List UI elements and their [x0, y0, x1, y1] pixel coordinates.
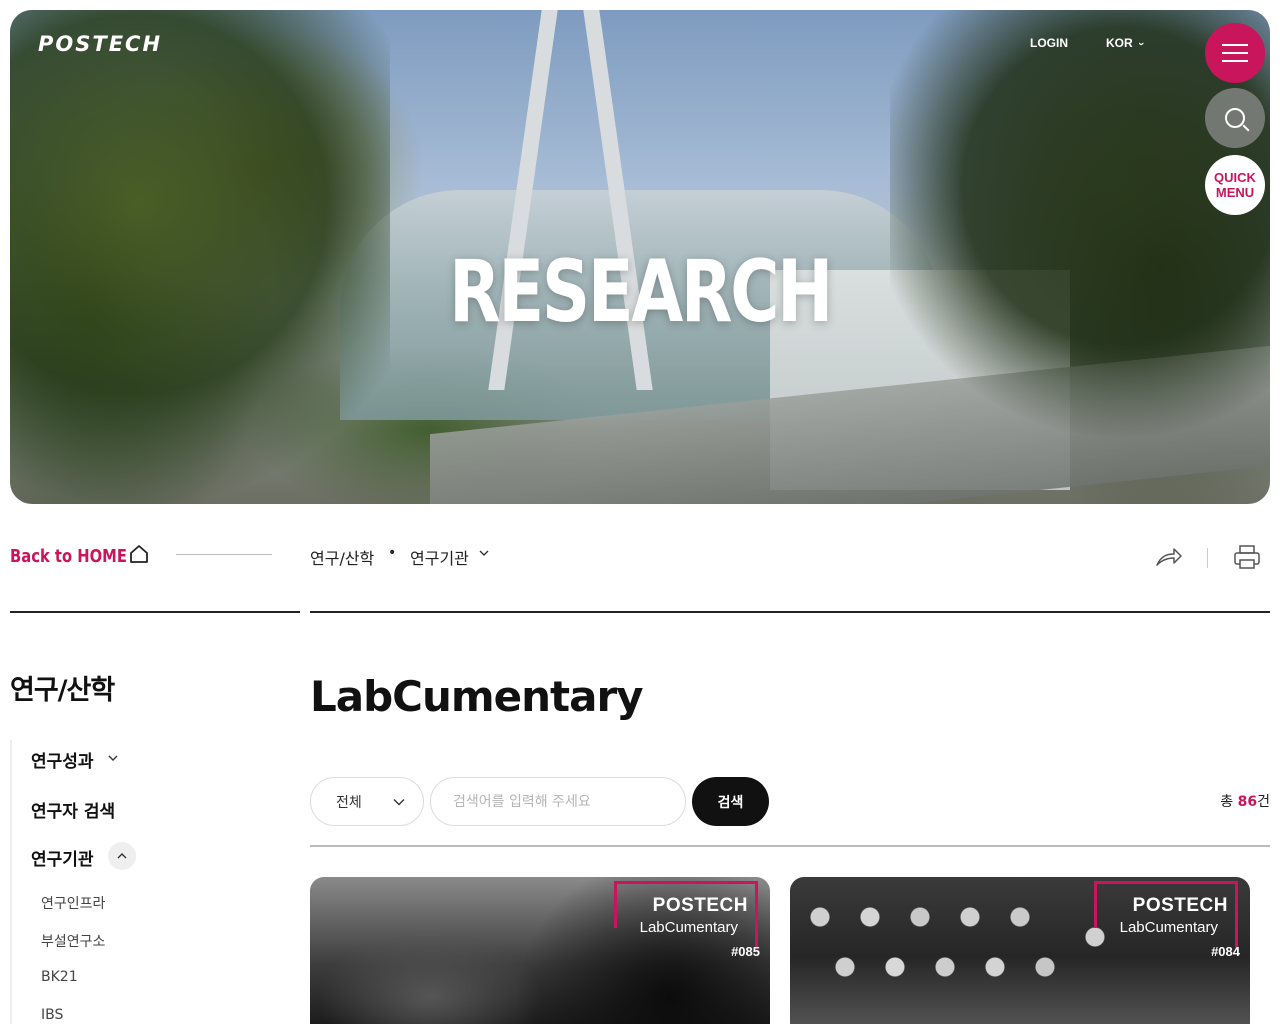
category-select[interactable]: 전체 — [310, 777, 424, 826]
card-brand: POSTECH — [652, 895, 748, 916]
sidebar-item-research-institutes[interactable]: 연구기관 — [31, 845, 94, 870]
sidebar-subitem-ibs[interactable]: IBS — [41, 1007, 63, 1023]
sidebar-item-research-results[interactable]: 연구성과 — [31, 747, 94, 772]
chevron-down-icon[interactable] — [107, 752, 119, 764]
sidebar-subitem-affiliated-institutes[interactable]: 부설연구소 — [41, 931, 105, 951]
postech-logo[interactable]: POSTECH — [38, 32, 162, 56]
chevron-down-icon[interactable] — [479, 548, 489, 558]
quick-menu-label-1: QUICK — [1214, 170, 1256, 185]
search-submit-button[interactable]: 검색 — [692, 777, 769, 826]
sidebar-border — [10, 740, 12, 1024]
card-brand: POSTECH — [1132, 895, 1228, 916]
hamburger-icon — [1222, 44, 1248, 62]
labcumentary-card[interactable]: POSTECH LabCumentary #084 — [790, 877, 1250, 1024]
card-series: LabCumentary — [1119, 919, 1218, 936]
print-icon[interactable] — [1233, 544, 1261, 570]
total-prefix: 총 — [1220, 794, 1238, 810]
quick-menu-label-2: MENU — [1215, 185, 1255, 200]
search-button[interactable] — [1205, 88, 1265, 148]
total-number: 86 — [1237, 794, 1258, 810]
chevron-down-icon — [393, 799, 405, 806]
quick-menu-button[interactable]: QUICK MENU — [1205, 155, 1265, 215]
divider — [176, 554, 272, 555]
category-select-value: 전체 — [336, 794, 362, 811]
breadcrumb-item[interactable]: 연구/산학 — [310, 545, 374, 569]
login-link[interactable]: LOGIN — [1030, 36, 1068, 50]
divider — [310, 845, 1270, 847]
sidebar-subitem-infrastructure[interactable]: 연구인프라 — [41, 893, 105, 913]
breadcrumb-item-current[interactable]: 연구기관 — [410, 545, 469, 569]
sidebar-title: 연구/산학 — [10, 675, 115, 706]
search-icon — [1225, 108, 1245, 128]
hero-trees-right — [890, 10, 1270, 450]
card-series: LabCumentary — [639, 919, 738, 936]
card-episode-number: #085 — [731, 944, 760, 959]
sidebar-item-researcher-search[interactable]: 연구자 검색 — [31, 797, 115, 822]
hero-banner: RESEARCH — [10, 10, 1270, 504]
divider — [10, 611, 300, 613]
card-episode-number: #084 — [1211, 944, 1240, 959]
collapse-button[interactable] — [108, 842, 136, 870]
sidebar-subitem-bk21[interactable]: BK21 — [41, 969, 78, 985]
hero-title: RESEARCH — [449, 242, 833, 342]
page-title: LabCumentary — [310, 672, 644, 721]
total-suffix: 건 — [1257, 794, 1270, 810]
breadcrumb-separator: • — [388, 545, 397, 561]
language-selector[interactable]: KOR › — [1106, 36, 1147, 50]
search-input[interactable] — [430, 777, 686, 826]
labcumentary-card[interactable]: POSTECH LabCumentary #085 — [310, 877, 770, 1024]
total-count: 총 86건 — [1220, 791, 1270, 811]
divider — [310, 611, 1270, 613]
divider — [1207, 548, 1208, 568]
home-icon[interactable] — [128, 543, 150, 565]
share-icon[interactable] — [1155, 545, 1183, 569]
chevron-up-icon — [117, 853, 127, 859]
chevron-down-icon: › — [1134, 42, 1147, 46]
language-label: KOR — [1106, 36, 1133, 50]
back-to-home-link[interactable]: Back to HOME — [10, 546, 127, 567]
menu-button[interactable] — [1205, 23, 1265, 83]
